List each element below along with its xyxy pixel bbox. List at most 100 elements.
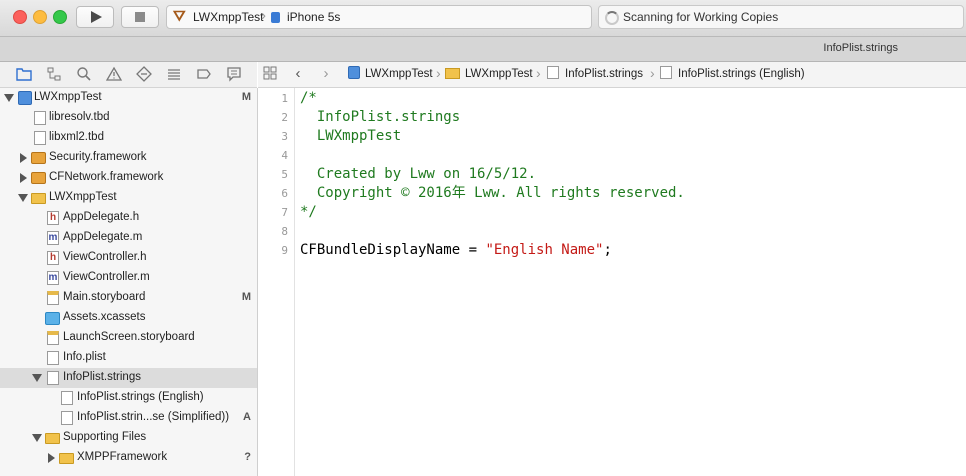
line-number: 5 <box>281 168 288 181</box>
nav-item-label: LWXmppTest <box>49 191 117 203</box>
folder-icon <box>31 193 46 204</box>
zoom-window-button[interactable] <box>53 10 67 24</box>
nav-item-file[interactable]: h AppDelegate.h <box>0 208 257 228</box>
nav-item-file[interactable]: Assets.xcassets <box>0 308 257 328</box>
nav-item-label: libresolv.tbd <box>49 111 110 123</box>
line-number: 2 <box>281 111 288 124</box>
strings-file-icon <box>547 66 559 79</box>
stop-button[interactable] <box>121 6 159 28</box>
source-editor[interactable]: 1 2 3 4 5 6 7 8 9 /* InfoPlist.strings L… <box>258 88 966 476</box>
jump-bar-group[interactable]: LWXmppTest <box>465 68 533 80</box>
scheme-device-label[interactable]: iPhone 5s <box>287 10 340 24</box>
folder-icon[interactable] <box>16 66 32 82</box>
play-icon <box>91 11 102 23</box>
disclosure-closed-icon[interactable] <box>48 453 55 463</box>
disclosure-open-icon[interactable] <box>4 94 14 102</box>
nav-item-label: ViewController.h <box>63 251 147 263</box>
line-number: 3 <box>281 130 288 143</box>
nav-item-file[interactable]: Info.plist <box>0 348 257 368</box>
minimize-window-button[interactable] <box>33 10 47 24</box>
code-key: CFBundleDisplayName = <box>300 242 486 258</box>
report-icon[interactable] <box>226 66 242 82</box>
forward-chevron-icon[interactable]: › <box>318 66 334 82</box>
jump-bar-variant-group[interactable]: InfoPlist.strings <box>565 68 643 80</box>
run-button[interactable] <box>76 6 114 28</box>
disclosure-open-icon[interactable] <box>32 434 42 442</box>
folder-icon <box>59 453 74 464</box>
test-diamond-icon[interactable] <box>136 66 152 82</box>
nav-item-file[interactable]: InfoPlist.strings (English) <box>0 388 257 408</box>
file-icon <box>34 111 46 125</box>
framework-icon <box>31 152 46 164</box>
nav-item-variant-group[interactable]: InfoPlist.strings <box>0 368 257 388</box>
nav-item-label: AppDelegate.h <box>63 211 140 223</box>
back-chevron-icon[interactable]: ‹ <box>290 66 306 82</box>
nav-item-label: ViewController.m <box>63 271 150 283</box>
code-line: Copyright © 2016年 Lww. All rights reserv… <box>300 185 685 201</box>
debug-list-icon[interactable] <box>166 66 182 82</box>
nav-item-label: libxml2.tbd <box>49 131 104 143</box>
nav-item-file[interactable]: LaunchScreen.storyboard <box>0 328 257 348</box>
related-items-grid-icon[interactable] <box>262 66 278 82</box>
chevron-right-icon: › <box>536 65 541 81</box>
nav-item-framework[interactable]: Security.framework <box>0 148 257 168</box>
project-icon <box>18 91 32 105</box>
code-line: LWXmppTest <box>300 128 402 144</box>
activity-status: Scanning for Working Copies <box>623 10 779 24</box>
nav-item-label: Security.framework <box>49 151 147 163</box>
storyboard-icon <box>47 291 59 305</box>
scheme-selector[interactable]: ⛛ LWXmppTest › iPhone 5s <box>166 5 592 29</box>
tab-infoplist-strings[interactable]: InfoPlist.strings <box>823 42 898 54</box>
symbol-navigator-icon[interactable] <box>46 66 62 82</box>
scm-status-badge: M <box>241 291 251 303</box>
activity-viewer: Scanning for Working Copies <box>598 5 964 29</box>
scheme-target-label[interactable]: LWXmppTest <box>193 10 263 24</box>
nav-item-file[interactable]: m ViewController.m <box>0 268 257 288</box>
code-line: InfoPlist.strings <box>300 109 461 125</box>
project-navigator: LWXmppTest M libresolv.tbd libxml2.tbd S… <box>0 88 258 476</box>
nav-item-file[interactable]: libresolv.tbd <box>0 108 257 128</box>
nav-item-framework[interactable]: CFNetwork.framework <box>0 168 257 188</box>
nav-item-file[interactable]: libxml2.tbd <box>0 128 257 148</box>
code-line: /* <box>300 90 317 106</box>
nav-item-label: LaunchScreen.storyboard <box>63 331 195 343</box>
toolbar: ⛛ LWXmppTest › iPhone 5s Scanning for Wo… <box>0 0 966 37</box>
nav-item-project[interactable]: LWXmppTest M <box>0 88 257 108</box>
nav-item-label: Supporting Files <box>63 431 147 443</box>
close-window-button[interactable] <box>13 10 27 24</box>
nav-item-group[interactable]: XMPPFramework ? <box>0 448 257 468</box>
framework-icon <box>31 172 46 184</box>
nav-item-file[interactable]: Main.storyboard M <box>0 288 257 308</box>
nav-item-label: Assets.xcassets <box>63 311 146 323</box>
folder-icon <box>445 68 460 79</box>
warning-icon[interactable] <box>105 66 123 82</box>
breakpoint-icon[interactable] <box>196 66 212 82</box>
nav-item-label: Info.plist <box>63 351 106 363</box>
line-number: 9 <box>281 244 288 257</box>
chevron-right-icon: › <box>261 7 266 24</box>
objc-file-icon: m <box>47 271 59 285</box>
plist-icon <box>47 351 59 365</box>
jump-bar: ‹ › LWXmppTest › LWXmppTest › InfoPlist.… <box>258 62 966 88</box>
line-number: 1 <box>281 92 288 105</box>
disclosure-open-icon[interactable] <box>18 194 28 202</box>
disclosure-closed-icon[interactable] <box>20 153 27 163</box>
code-string-value: "English Name" <box>485 242 604 258</box>
nav-item-file[interactable]: h ViewController.h <box>0 248 257 268</box>
nav-item-file[interactable]: InfoPlist.strin...se (Simplified)) A <box>0 408 257 428</box>
nav-item-label: LWXmppTest <box>34 91 102 103</box>
jump-bar-project[interactable]: LWXmppTest <box>365 68 433 80</box>
disclosure-closed-icon[interactable] <box>20 173 27 183</box>
line-number-gutter: 1 2 3 4 5 6 7 8 9 <box>258 88 295 476</box>
header-file-icon: h <box>47 251 59 265</box>
iphone-icon <box>271 12 280 23</box>
search-icon[interactable] <box>76 66 92 82</box>
nav-item-group[interactable]: LWXmppTest <box>0 188 257 208</box>
app-target-icon: ⛛ <box>173 8 186 25</box>
nav-item-file[interactable]: m AppDelegate.m <box>0 228 257 248</box>
disclosure-open-icon[interactable] <box>32 374 42 382</box>
nav-item-group[interactable]: Supporting Files <box>0 428 257 448</box>
code-line: CFBundleDisplayName = "English Name"; <box>300 241 612 260</box>
jump-bar-file[interactable]: InfoPlist.strings (English) <box>678 68 805 80</box>
header-file-icon: h <box>47 211 59 225</box>
